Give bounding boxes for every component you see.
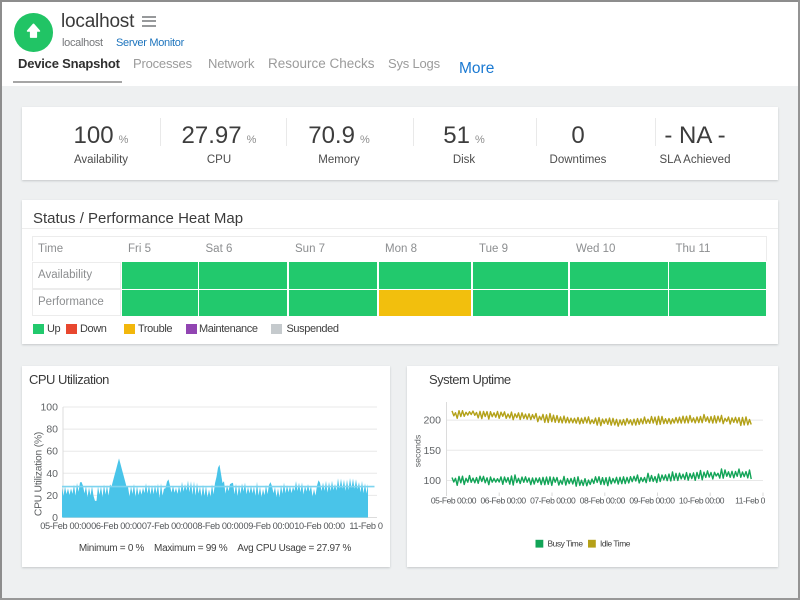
svg-text:200: 200 bbox=[423, 415, 441, 427]
svg-text:05-Feb 00:00: 05-Feb 00:00 bbox=[431, 496, 477, 506]
svg-text:100: 100 bbox=[40, 402, 58, 414]
svg-text:100: 100 bbox=[423, 475, 441, 487]
svg-text:11-Feb 0: 11-Feb 0 bbox=[735, 496, 766, 506]
svg-text:06-Feb 00:00: 06-Feb 00:00 bbox=[481, 496, 527, 506]
svg-text:10-Feb 00:00: 10-Feb 00:00 bbox=[294, 521, 345, 531]
svg-text:10-Feb 00:00: 10-Feb 00:00 bbox=[679, 496, 725, 506]
svg-text:150: 150 bbox=[423, 445, 441, 457]
svg-text:Minimum = 0 % Maximum = 99: Minimum = 0 % Maximum = 99 % Avg CPU Usa… bbox=[79, 543, 352, 554]
svg-text:09-Feb 00:00: 09-Feb 00:00 bbox=[629, 496, 675, 506]
svg-text:06-Feb 00:00: 06-Feb 00:00 bbox=[91, 521, 142, 531]
svg-text:20: 20 bbox=[46, 490, 58, 502]
svg-text:seconds: seconds bbox=[413, 434, 423, 467]
svg-text:CPU Utilization (%): CPU Utilization (%) bbox=[34, 432, 45, 516]
svg-text:08-Feb 00:00: 08-Feb 00:00 bbox=[580, 496, 626, 506]
svg-text:09-Feb 00:00: 09-Feb 00:00 bbox=[243, 521, 294, 531]
svg-text:Idle Time: Idle Time bbox=[600, 539, 631, 549]
svg-text:80: 80 bbox=[46, 424, 58, 436]
svg-text:07-Feb 00:00: 07-Feb 00:00 bbox=[142, 521, 193, 531]
svg-text:07-Feb 00:00: 07-Feb 00:00 bbox=[530, 496, 576, 506]
svg-text:40: 40 bbox=[46, 468, 58, 480]
svg-text:60: 60 bbox=[46, 446, 58, 458]
svg-text:11-Feb 0: 11-Feb 0 bbox=[349, 521, 383, 531]
svg-text:05-Feb 00:00: 05-Feb 00:00 bbox=[40, 521, 91, 531]
svg-text:08-Feb 00:00: 08-Feb 00:00 bbox=[193, 521, 244, 531]
svg-text:Busy Time: Busy Time bbox=[548, 539, 584, 549]
